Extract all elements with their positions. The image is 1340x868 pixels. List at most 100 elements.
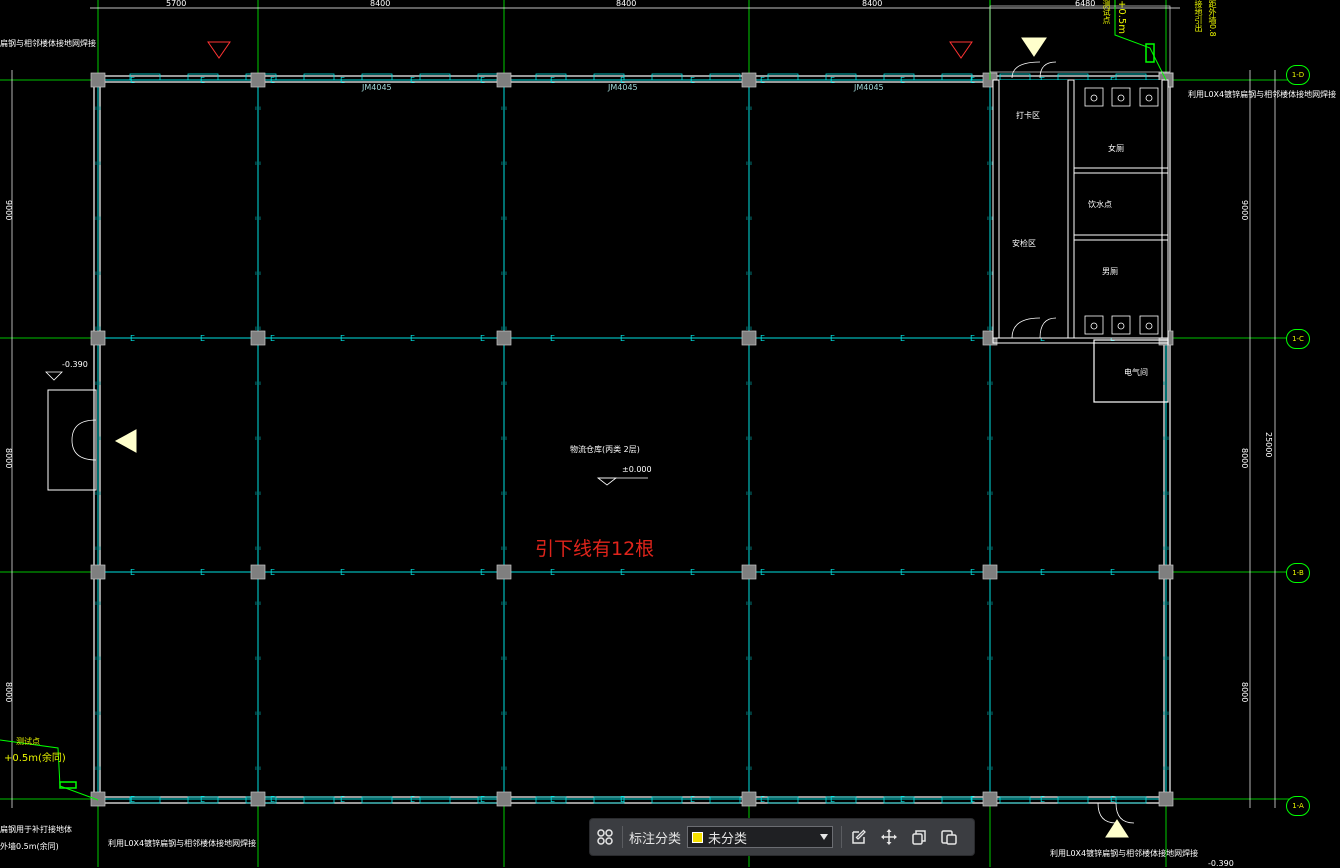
window-tag-3: JM4045 [854, 83, 884, 92]
grid-tick: ப [746, 543, 752, 552]
column [496, 72, 512, 88]
grid-tick: E [270, 334, 275, 343]
column [250, 564, 266, 580]
grid-tick: E [550, 334, 555, 343]
elevation-marker [596, 477, 618, 486]
grid-tick: ப [95, 213, 101, 222]
paste-button[interactable] [934, 822, 964, 852]
window [767, 796, 799, 804]
column [741, 564, 757, 580]
grid-tick: ப [501, 213, 507, 222]
grid-tick: E [690, 795, 695, 804]
grid-tick: E [1110, 795, 1115, 804]
door-swing [71, 419, 97, 461]
room-label-1: 打卡区 [1016, 111, 1040, 120]
door-swing [1115, 802, 1135, 824]
grid-tick: ப [501, 488, 507, 497]
grid-tick: ப [746, 323, 752, 332]
elevation-marker [45, 371, 63, 381]
grid-tick: ப [255, 158, 261, 167]
grid-view-icon [597, 829, 613, 845]
grid-tick: E [900, 334, 905, 343]
markup-annotation[interactable]: 引下线有12根 [535, 534, 654, 561]
grid-tick: E [830, 76, 835, 85]
dim-right-3: 8000 [1240, 682, 1249, 703]
grid-tick: E [480, 795, 485, 804]
move-button[interactable] [874, 822, 904, 852]
note-test-height: +0.5m(余同) [4, 753, 66, 764]
column [250, 330, 266, 346]
grid-tick: ப [95, 158, 101, 167]
grid-tick: E [620, 568, 625, 577]
grid-tick: E [130, 76, 135, 85]
grid-tick: ப [501, 158, 507, 167]
room-label-2: 女厕 [1108, 144, 1124, 153]
grid-tick: E [130, 795, 135, 804]
copy-icon [912, 830, 926, 845]
window [941, 73, 973, 81]
note-left-grounding: 扁钢用于补打接地体 [0, 825, 72, 834]
grid-tick: E [760, 334, 765, 343]
window [883, 796, 915, 804]
grid-view-button[interactable] [590, 822, 620, 852]
chevron-down-icon [820, 834, 829, 840]
edit-button[interactable] [844, 822, 874, 852]
window [419, 73, 451, 81]
grid-tick: E [270, 76, 275, 85]
grid-tick: ப [95, 763, 101, 772]
grid-tick: ப [255, 323, 261, 332]
axis-marker-a [207, 41, 231, 59]
grid-tick: ப [1163, 763, 1169, 772]
grid-tick: E [340, 76, 345, 85]
grid-tick: E [550, 795, 555, 804]
center-room-label: 物流仓库(丙类 2层) [570, 445, 640, 454]
grid-tick: E [970, 76, 975, 85]
edit-icon [852, 829, 866, 844]
grid-tick: E [830, 795, 835, 804]
grid-tick: ப [501, 268, 507, 277]
grid-tick: ப [746, 213, 752, 222]
grid-tick: E [130, 568, 135, 577]
window [419, 796, 451, 804]
grid-tick: ப [987, 488, 993, 497]
window [303, 796, 335, 804]
grid-tick: ப [255, 433, 261, 442]
category-dropdown[interactable]: 未分类 [687, 826, 834, 848]
grid-tick: ப [987, 653, 993, 662]
grid-tick: ப [987, 708, 993, 717]
column [741, 330, 757, 346]
grid-tick: ப [987, 378, 993, 387]
dim-left-3: 8000 [4, 682, 13, 703]
grid-tick: E [340, 795, 345, 804]
window [1057, 796, 1089, 804]
cad-drawing-canvas[interactable]: E E E E E E E E E E E E E E E E E E E E E E E E E E E E E E E E E E E E E E E E… [0, 0, 1340, 867]
grid-tick: ப [1163, 653, 1169, 662]
window [883, 73, 915, 81]
grid-tick: E [410, 568, 415, 577]
column [496, 330, 512, 346]
grid-tick: ப [746, 268, 752, 277]
category-color-swatch [692, 831, 704, 843]
axis-marker-b [949, 41, 973, 59]
note-bottom-left: 利用L0X4镀锌扁钢与相邻楼体接地网焊接 [108, 839, 257, 848]
grid-tick: ப [1163, 598, 1169, 607]
column [982, 564, 998, 580]
column [982, 791, 998, 807]
grid-tick: ப [746, 158, 752, 167]
note-top-right: 利用L0X4镀锌扁钢与相邻楼体接地网焊接 [1188, 90, 1337, 99]
dim-left-2: 8000 [4, 448, 13, 469]
grid-tick: E [200, 334, 205, 343]
column [741, 72, 757, 88]
grid-tick: ப [987, 103, 993, 112]
grid-tick: E [130, 334, 135, 343]
grid-tick: ப [95, 323, 101, 332]
column [90, 791, 106, 807]
window [999, 796, 1031, 804]
room-label-4: 安检区 [1012, 239, 1036, 248]
dim-top-2: 8400 [370, 0, 391, 8]
grid-tick: ப [501, 598, 507, 607]
grid-tick: ப [987, 433, 993, 442]
note-top-vertical-4: 距外墙0.8 [1208, 0, 1217, 37]
copy-button[interactable] [904, 822, 934, 852]
grid-tick: E [480, 334, 485, 343]
